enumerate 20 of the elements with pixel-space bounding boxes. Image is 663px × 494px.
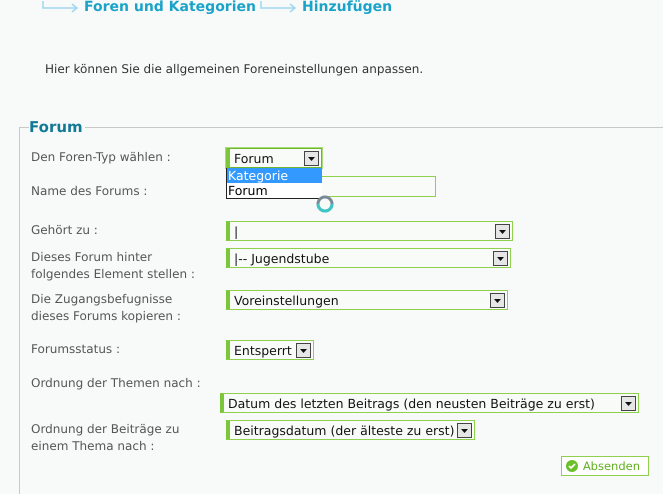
arrow-icon	[42, 1, 80, 13]
select-field[interactable]: Beitragsdatum (der älteste zu erst)	[226, 420, 475, 440]
select-field[interactable]: Forum	[226, 148, 322, 168]
field-label: Forumsstatus :	[31, 341, 122, 358]
fieldset-legend: Forum	[29, 118, 85, 136]
field-label: Dieses Forum hinter folgendes Element stellen :	[31, 249, 196, 283]
intro-text: Hier können Sie die allgemeinen Foreneinstellungen anpassen.	[45, 62, 424, 76]
checkmark-icon	[566, 460, 578, 472]
field-label: Gehört zu :	[31, 222, 99, 239]
select-field[interactable]: Voreinstellungen	[226, 290, 508, 310]
select-field[interactable]: Datum des letzten Beitrags (den neusten Beiträge zu erst)	[220, 393, 639, 413]
select-field[interactable]: |-- Jugendstube	[226, 248, 511, 268]
field-label: Ordnung der Themen nach :	[31, 375, 202, 392]
field-label: Den Foren-Typ wählen :	[31, 149, 172, 166]
field-label: Ordnung der Beiträge zu einem Thema nach :	[31, 421, 180, 455]
select-field[interactable]: |	[226, 221, 513, 241]
arrow-icon	[260, 1, 298, 13]
field-label: Die Zugangsbefugnisse dieses Forums kopieren :	[31, 291, 182, 325]
field-label: Name des Forums :	[31, 183, 148, 200]
select-field[interactable]: Entsperrt	[226, 340, 314, 360]
